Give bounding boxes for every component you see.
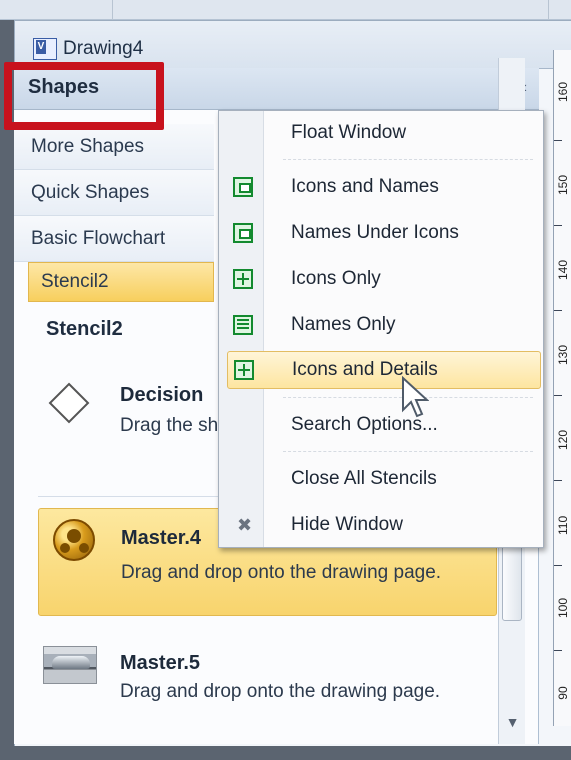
shape-name: Master.4 [121, 527, 202, 549]
menu-item-label: Icons and Names [291, 176, 439, 197]
ruler-label: 110 [556, 515, 570, 535]
ruler-tick [554, 140, 562, 141]
menu-item-names-only[interactable]: Names Only [219, 307, 543, 345]
menu-item-float-window[interactable]: Float Window [219, 115, 543, 153]
ruler-label: 150 [556, 174, 570, 195]
ruler-label: 140 [556, 259, 570, 280]
menu-item-label: Names Only [291, 314, 396, 335]
menu-item-icons-and-names[interactable]: Icons and Names [219, 169, 543, 207]
shape-master-5[interactable]: Master.5 Drag and drop onto the drawing … [38, 640, 497, 740]
toolbar-divider [112, 0, 113, 20]
hide-window-icon: ✖ [237, 515, 253, 535]
menu-item-label: Icons Only [291, 268, 381, 289]
document-title: Drawing4 [63, 38, 144, 59]
icons-and-details-icon [234, 360, 254, 380]
soccer-ball-icon [53, 519, 95, 561]
shape-name: Master.5 [120, 652, 201, 674]
menu-item-icons-only[interactable]: Icons Only [219, 261, 543, 299]
shapes-view-context-menu: Float Window Icons and Names Names Under… [218, 110, 544, 548]
shape-name: Decision [120, 384, 204, 406]
stencil-section-title: Stencil2 [46, 318, 123, 340]
menu-item-hide-window[interactable]: ✖ Hide Window [219, 507, 543, 545]
shapes-highlight-box [4, 62, 164, 130]
ruler-label: 130 [556, 344, 570, 365]
stencil-item-stencil2[interactable]: Stencil2 [28, 262, 214, 302]
scroll-down-arrow-icon[interactable]: ▼ [504, 714, 521, 731]
ruler-tick [554, 650, 562, 651]
menu-item-label: Names Under Icons [291, 222, 459, 243]
car-image-icon [43, 646, 97, 684]
stencil-item-label: Basic Flowchart [31, 227, 166, 249]
menu-separator [283, 451, 533, 452]
top-toolbar-strip [0, 0, 571, 20]
decision-shape-icon [48, 382, 90, 424]
toolbar-divider [548, 0, 549, 20]
names-only-icon [233, 315, 253, 335]
menu-item-label: Hide Window [291, 514, 403, 535]
ruler-tick [554, 225, 562, 226]
menu-item-label: Close All Stencils [291, 468, 437, 489]
menu-item-close-all-stencils[interactable]: Close All Stencils [219, 461, 543, 499]
icons-and-names-icon [233, 177, 253, 197]
ruler-tick [554, 395, 562, 396]
shape-description: Drag and drop onto the drawing page. [120, 681, 441, 702]
stencil-item-label: Stencil2 [41, 271, 109, 292]
ruler-label: 120 [556, 429, 570, 450]
stencil-item-label: More Shapes [31, 135, 145, 157]
stencil-item-more-shapes[interactable]: More Shapes [14, 124, 214, 170]
ruler-tick [554, 565, 562, 566]
menu-item-search-options[interactable]: Search Options... [219, 407, 543, 445]
ruler-label: 100 [556, 597, 570, 618]
ruler-tick [554, 310, 562, 311]
stencil-item-label: Quick Shapes [31, 181, 150, 203]
menu-item-names-under-icons[interactable]: Names Under Icons [219, 215, 543, 253]
vertical-ruler: 160 150 140 130 120 110 100 90 [553, 50, 571, 726]
icons-only-icon [233, 269, 253, 289]
stencil-item-basic-flowchart[interactable]: Basic Flowchart [14, 216, 214, 262]
visio-document-icon: V [33, 38, 57, 60]
mouse-pointer-icon [402, 376, 429, 418]
ruler-tick [554, 480, 562, 481]
menu-item-icons-and-details[interactable]: Icons and Details [227, 351, 541, 389]
names-under-icons-icon [233, 223, 253, 243]
menu-item-label: Float Window [291, 122, 407, 143]
shape-description: Drag and drop onto the drawing page. [121, 562, 442, 583]
stencil-item-quick-shapes[interactable]: Quick Shapes [14, 170, 214, 216]
menu-separator [283, 159, 533, 160]
ruler-label: 160 [556, 81, 570, 102]
ruler-label: 90 [556, 686, 570, 700]
